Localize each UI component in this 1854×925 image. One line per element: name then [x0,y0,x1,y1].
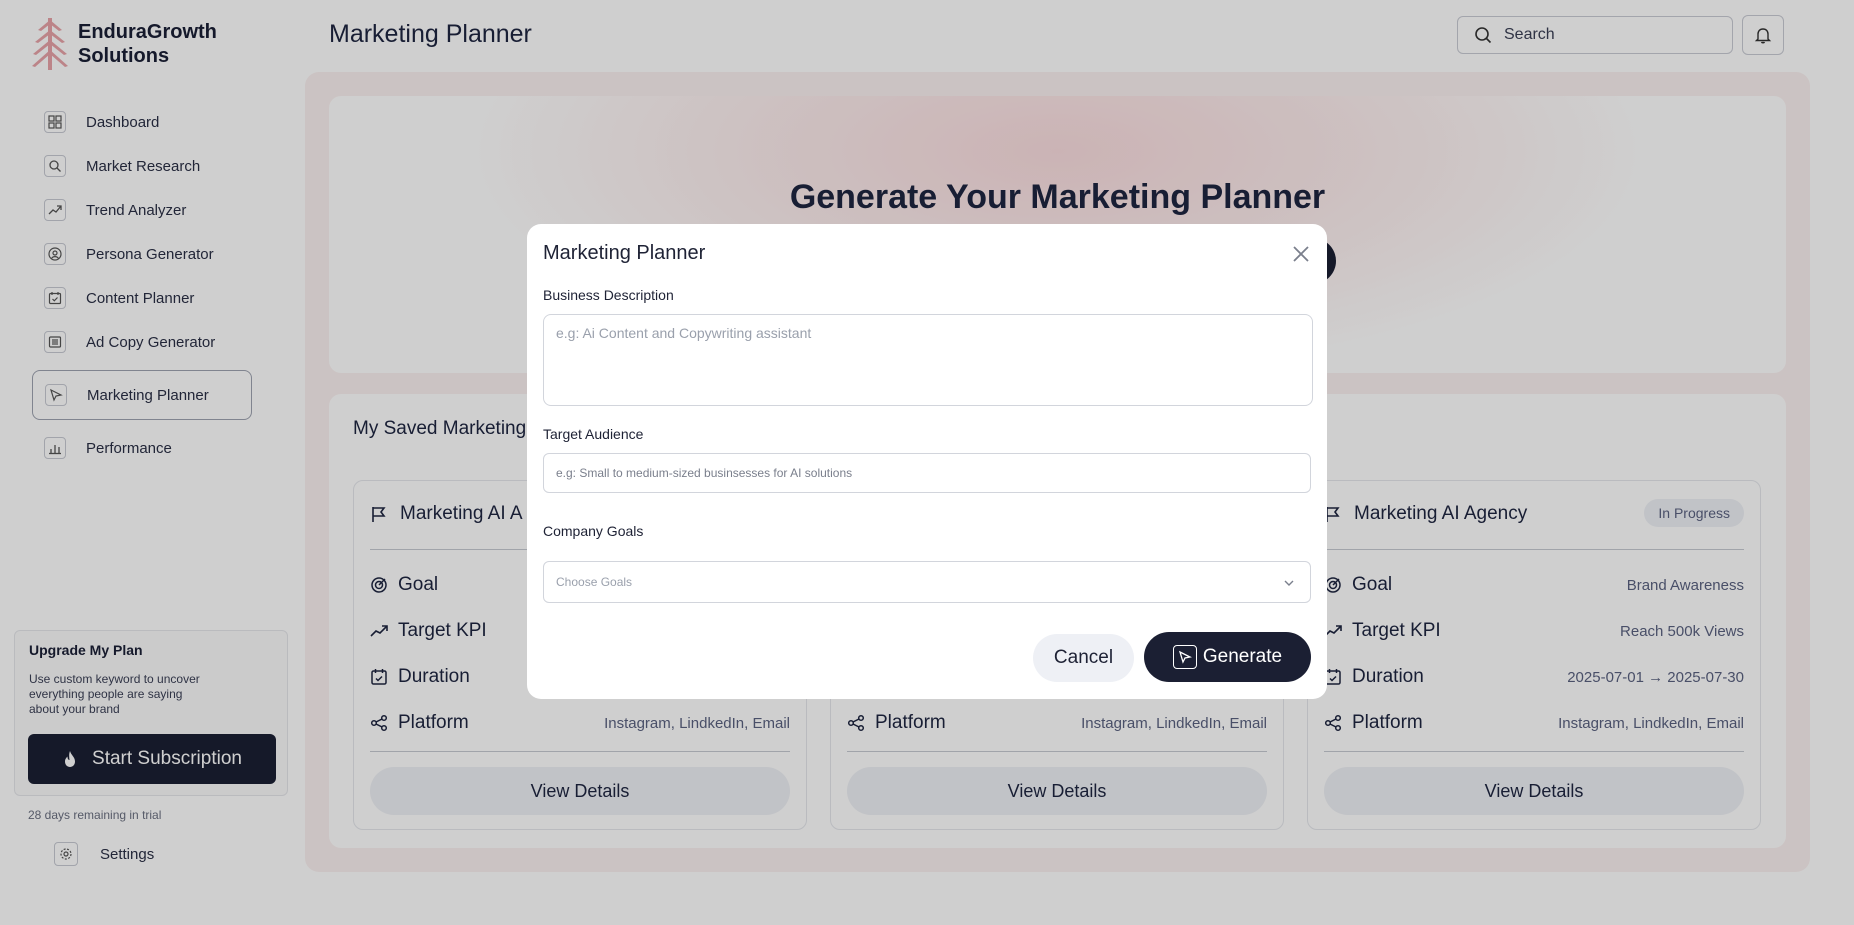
business-description-field[interactable] [543,314,1313,406]
company-goals-select[interactable]: Choose Goals [543,561,1311,603]
company-goals-label: Company Goals [543,523,644,539]
cancel-button[interactable]: Cancel [1033,634,1134,682]
close-icon[interactable] [1289,242,1313,266]
generate-label: Generate [1202,646,1283,667]
chevron-down-icon [1284,580,1294,586]
marketing-planner-modal: Marketing Planner Business Description T… [527,224,1327,699]
pointer-icon [1172,645,1197,669]
target-audience-field[interactable] [543,453,1311,493]
business-description-label: Business Description [543,287,674,303]
company-goals-placeholder: Choose Goals [556,575,633,589]
modal-title: Marketing Planner [543,242,706,264]
generate-button[interactable]: Generate [1144,632,1311,682]
target-audience-label: Target Audience [543,426,644,442]
